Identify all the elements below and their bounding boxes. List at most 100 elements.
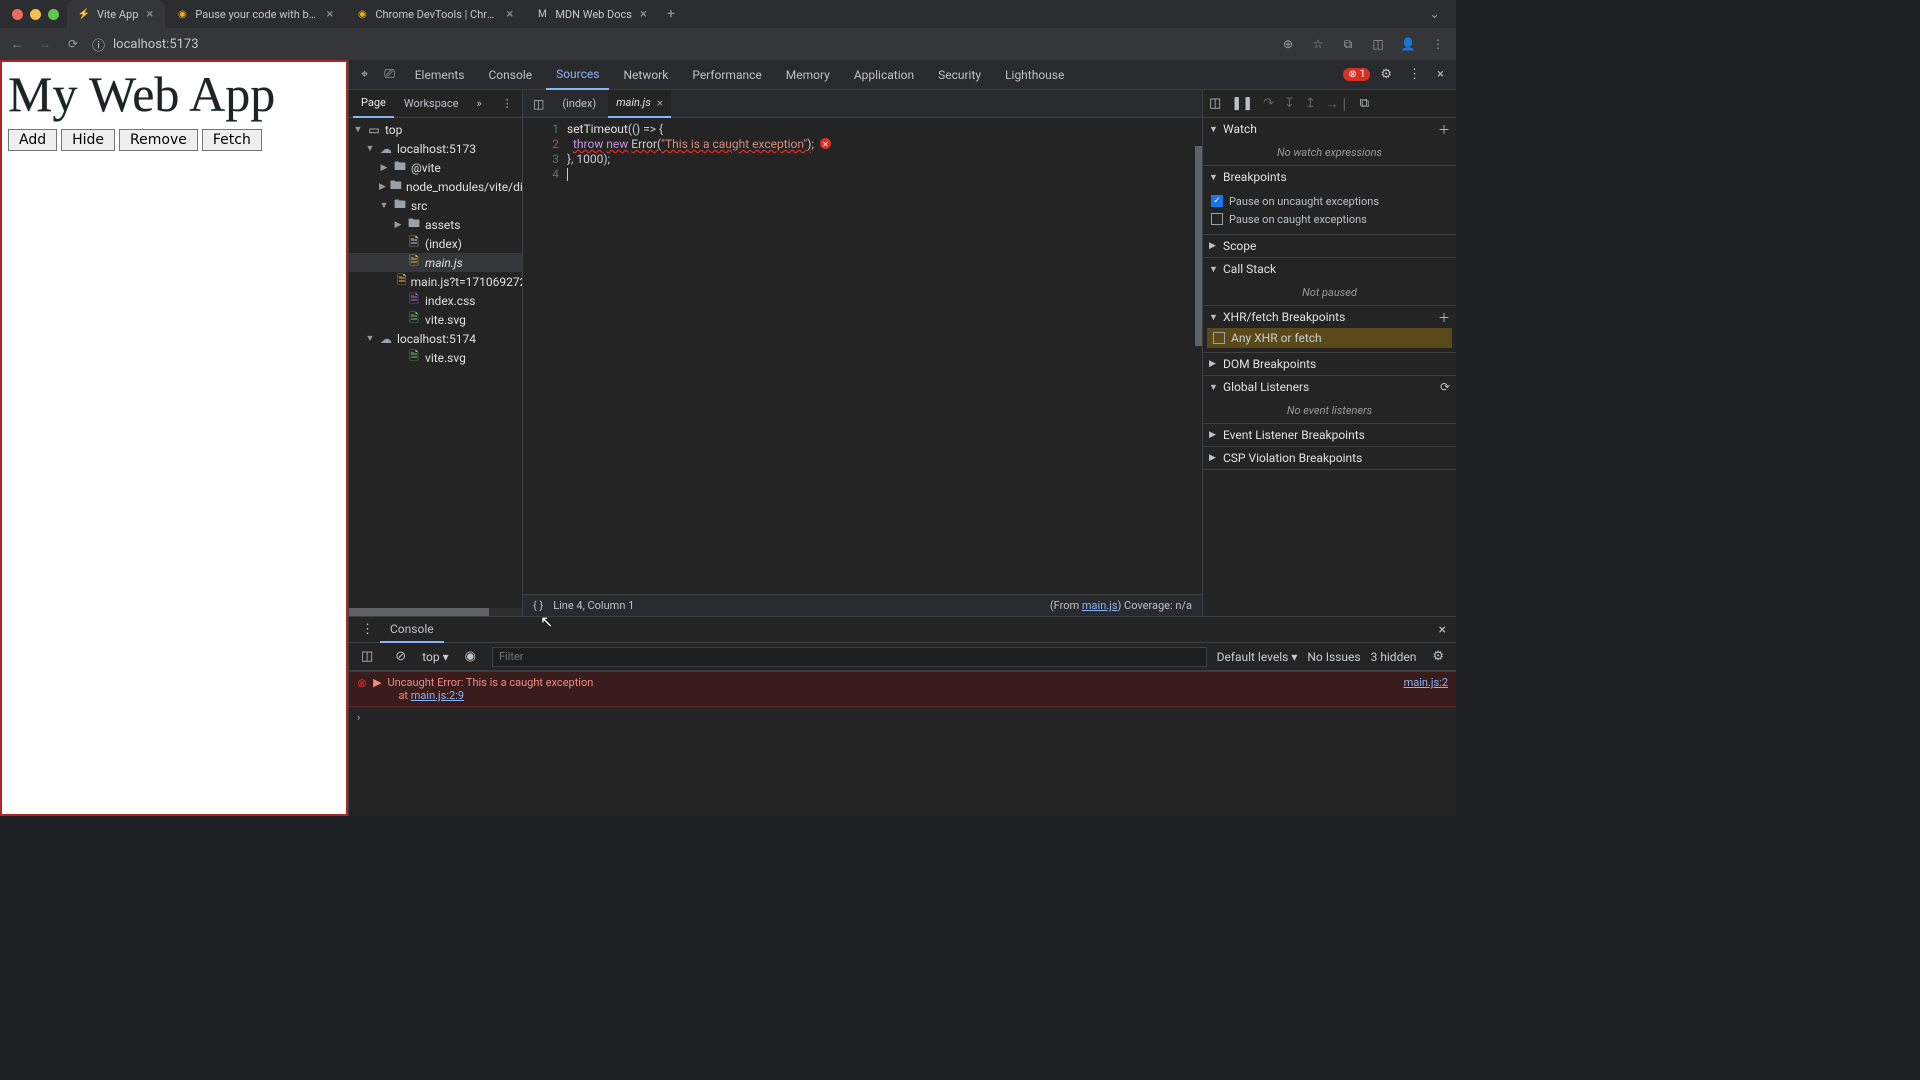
close-editor-tab-icon[interactable]: × (657, 96, 663, 110)
reload-button[interactable]: ⟳ (64, 37, 82, 51)
forward-button[interactable]: → (36, 37, 54, 51)
profile-icon[interactable]: 👤 (1398, 37, 1418, 51)
site-info-icon[interactable]: ⓘ (92, 35, 105, 54)
source-link[interactable]: main.js (1082, 599, 1118, 612)
clear-console-icon[interactable]: ⊘ (389, 649, 412, 664)
error-badge[interactable]: ⊗1 (1343, 68, 1370, 81)
event-listener-bp-header[interactable]: ▶Event Listener Breakpoints (1203, 424, 1456, 446)
add-button[interactable]: Add (8, 129, 57, 151)
pretty-print-icon[interactable]: { } (533, 599, 543, 612)
step-into-icon[interactable]: ↧ (1284, 96, 1295, 111)
callstack-header[interactable]: ▼Call Stack (1203, 258, 1456, 280)
tree-indexcss[interactable]: 🗎index.css (349, 291, 522, 310)
tab-sources[interactable]: Sources (546, 60, 609, 90)
tab-elements[interactable]: Elements (405, 60, 475, 90)
tree-host[interactable]: ▼☁localhost:5173 (349, 139, 522, 158)
tree-vitesvg2[interactable]: 🗎vite.svg (349, 348, 522, 367)
deactivate-bp-icon[interactable]: ⧉ (1360, 96, 1369, 111)
tree-assets[interactable]: ▶🖿assets (349, 215, 522, 234)
address-bar[interactable]: ⓘ localhost:5173 (92, 35, 199, 54)
remove-button[interactable]: Remove (119, 129, 198, 151)
close-drawer-icon[interactable]: × (1435, 622, 1450, 638)
close-tab-icon[interactable]: × (638, 7, 649, 22)
nav-tab-more-icon[interactable]: » (468, 90, 489, 118)
toggle-sidebar-icon[interactable]: ◫ (1209, 96, 1221, 111)
breakpoints-header[interactable]: ▼Breakpoints (1203, 166, 1456, 188)
add-xhr-icon[interactable]: ＋ (1438, 309, 1450, 326)
nav-tab-workspace[interactable]: Workspace (396, 90, 467, 118)
console-error-row[interactable]: ⊗ ▶ Uncaught Error: This is a caught exc… (349, 671, 1456, 707)
kebab-icon[interactable]: ⋮ (1402, 67, 1427, 82)
close-devtools-icon[interactable]: × (1431, 67, 1450, 82)
pause-caught-checkbox[interactable]: Pause on caught exceptions (1211, 210, 1448, 228)
tab-mdn[interactable]: M MDN Web Docs × (525, 0, 659, 28)
menu-icon[interactable]: ⋮ (1428, 37, 1448, 51)
tab-network[interactable]: Network (613, 60, 678, 90)
hidden-count[interactable]: 3 hidden (1371, 650, 1417, 664)
file-tree[interactable]: ▼▭top ▼☁localhost:5173 ▶🖿@vite ▶🖿node_mo… (349, 118, 522, 608)
toggle-console-sidebar-icon[interactable]: ◫ (355, 649, 379, 664)
tab-lighthouse[interactable]: Lighthouse (995, 60, 1074, 90)
drawer-kebab-icon[interactable]: ⋮ (355, 622, 380, 637)
step-out-icon[interactable]: ↥ (1305, 96, 1316, 111)
extensions-icon[interactable]: ⧉ (1338, 37, 1358, 52)
tree-src[interactable]: ▼🖿src (349, 196, 522, 215)
hide-button[interactable]: Hide (61, 129, 115, 151)
context-selector[interactable]: top ▾ (422, 650, 448, 664)
close-tab-icon[interactable]: × (324, 7, 335, 22)
new-tab-button[interactable]: + (659, 6, 683, 22)
console-prompt[interactable]: › (349, 707, 1456, 728)
global-listeners-header[interactable]: ▼Global Listeners⟳ (1203, 376, 1456, 398)
tab-overflow-icon[interactable]: ⌄ (1421, 7, 1448, 22)
dom-bp-header[interactable]: ▶DOM Breakpoints (1203, 353, 1456, 375)
tab-memory[interactable]: Memory (776, 60, 840, 90)
expand-error-icon[interactable]: ▶ (373, 676, 381, 689)
code[interactable]: setTimeout(() => { throw new Error("This… (567, 118, 1202, 594)
tab-console[interactable]: Console (478, 60, 542, 90)
inspect-icon[interactable]: ⌖ (355, 67, 374, 82)
console-filter-input[interactable] (492, 647, 1207, 667)
close-tab-icon[interactable]: × (144, 7, 155, 22)
scope-header[interactable]: ▶Scope (1203, 235, 1456, 257)
settings-icon[interactable]: ⚙ (1374, 67, 1398, 82)
csp-bp-header[interactable]: ▶CSP Violation Breakpoints (1203, 447, 1456, 469)
bookmark-icon[interactable]: ☆ (1308, 37, 1328, 51)
back-button[interactable]: ← (8, 37, 26, 51)
step-over-icon[interactable]: ↷ (1263, 96, 1274, 111)
refresh-listeners-icon[interactable]: ⟳ (1440, 380, 1450, 394)
issues-link[interactable]: No Issues (1307, 650, 1360, 664)
zoom-icon[interactable]: ⊕ (1278, 37, 1298, 51)
editor-tab-index[interactable]: (index) (554, 90, 604, 118)
pause-icon[interactable]: ❚❚ (1231, 96, 1253, 111)
log-levels-selector[interactable]: Default levels ▾ (1217, 650, 1298, 664)
code-scrollbar[interactable] (1195, 146, 1202, 574)
nav-tab-page[interactable]: Page (353, 90, 394, 118)
close-tab-icon[interactable]: × (504, 7, 515, 22)
tree-top[interactable]: ▼▭top (349, 120, 522, 139)
error-source-link[interactable]: main.js:2 (1404, 676, 1448, 689)
toggle-nav-icon[interactable]: ◫ (527, 97, 550, 111)
nav-kebab-icon[interactable]: ⋮ (494, 90, 521, 118)
tab-devtools[interactable]: ◉ Chrome DevTools | Chrome × (345, 0, 525, 28)
error-marker-icon[interactable] (820, 138, 831, 149)
tab-application[interactable]: Application (844, 60, 924, 90)
xhr-any-checkbox[interactable]: Any XHR or fetch (1207, 328, 1452, 348)
tab-performance[interactable]: Performance (682, 60, 771, 90)
editor-tab-main[interactable]: main.js× (608, 90, 671, 118)
device-icon[interactable]: ⎚ (378, 67, 400, 82)
add-watch-icon[interactable]: ＋ (1438, 121, 1450, 138)
maximize-window-button[interactable] (48, 9, 59, 20)
xhr-header[interactable]: ▼XHR/fetch Breakpoints＋ (1203, 306, 1456, 328)
pause-uncaught-checkbox[interactable]: ✓Pause on uncaught exceptions (1211, 192, 1448, 210)
tree-mainjst[interactable]: 🗎main.js?t=1710692729 (349, 272, 522, 291)
step-icon[interactable]: →❘ (1326, 96, 1350, 112)
tab-viteapp[interactable]: ⚡ Vite App × (67, 0, 165, 28)
close-window-button[interactable] (12, 9, 23, 20)
stack-link[interactable]: main.js:2:9 (411, 689, 464, 702)
tree-vite[interactable]: ▶🖿@vite (349, 158, 522, 177)
live-expression-icon[interactable]: ◉ (459, 649, 482, 664)
console-settings-icon[interactable]: ⚙ (1426, 649, 1450, 664)
drawer-tab-console[interactable]: Console (380, 617, 444, 643)
tree-index[interactable]: 🗎(index) (349, 234, 522, 253)
minimize-window-button[interactable] (30, 9, 41, 20)
